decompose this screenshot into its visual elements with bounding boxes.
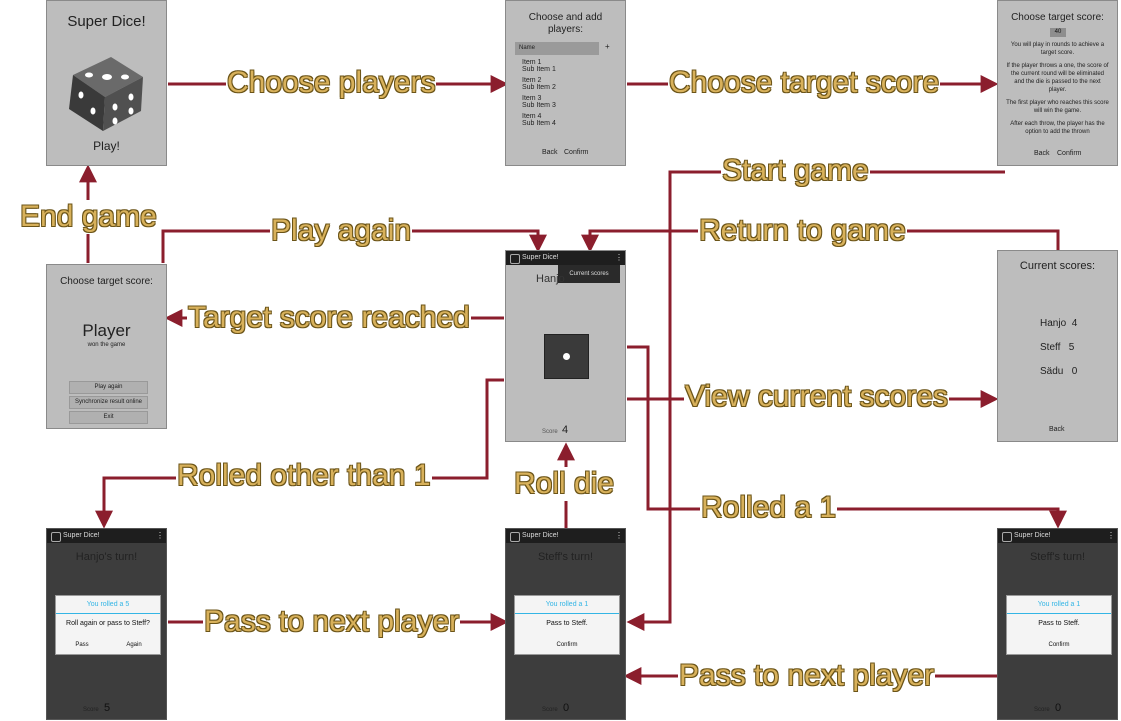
add-player-button[interactable]: + (605, 42, 610, 51)
app-title: Super Dice! (1014, 532, 1051, 539)
dialog-message: Pass to Steff. (1038, 620, 1080, 627)
play-again-button[interactable]: Play again (69, 381, 148, 394)
overflow-menu-icon[interactable]: ⋮ (1107, 531, 1115, 540)
score-value: 0 (563, 702, 570, 714)
action-bar: Super Dice! (506, 529, 625, 543)
screen-steff-turn-middle: Super Dice! ⋮ Steff's turn! You rolled a… (505, 528, 626, 720)
name-input[interactable]: Name (515, 42, 599, 55)
play-button[interactable]: Play! (47, 139, 166, 153)
score-label: Score (542, 429, 558, 435)
screen-hanjo-turn: Super Dice! ⋮ Hanjo's turn! You rolled a… (46, 528, 167, 720)
app-logo-icon (51, 532, 61, 542)
screen-winner: Choose target score: Player won the game… (46, 264, 167, 429)
label-roll-die: Roll die (513, 467, 616, 501)
list-item[interactable]: Item 4 Sub Item 4 (522, 113, 556, 127)
score-label: Score (83, 707, 99, 713)
scores-title: Current scores: (1019, 260, 1096, 272)
winner-subtitle: won the game (87, 342, 126, 348)
label-pass-to-next-player: Pass to next player (203, 605, 461, 639)
screen-start: Super Dice! Play! (46, 0, 167, 166)
app-logo-icon (510, 532, 520, 542)
back-button[interactable]: Back (542, 149, 558, 156)
label-play-again: Play again (270, 214, 413, 248)
pass-button[interactable]: Pass (66, 642, 98, 648)
target-title: Choose target score: (1011, 12, 1104, 23)
screen-choose-players: Choose and add players: Name + Item 1 Su… (505, 0, 626, 166)
dice-icon (69, 57, 143, 131)
label-view-current-scores: View current scores (684, 380, 949, 414)
overflow-menu-icon[interactable]: ⋮ (156, 531, 164, 540)
target-score-input[interactable]: 40 (1050, 28, 1066, 37)
player-heading: Hanjo (536, 273, 565, 285)
turn-heading: Hanjo's turn! (75, 551, 138, 563)
label-end-game: End game (19, 200, 158, 234)
label-target-score-reached: Target score reached (187, 301, 471, 335)
score-value: 4 (562, 424, 569, 436)
current-scores-menu-item[interactable]: Current scores (558, 265, 620, 283)
screen-choose-target: Choose target score: 40 You will play in… (997, 0, 1118, 166)
label-start-game: Start game (721, 154, 870, 188)
app-logo-icon (510, 254, 520, 264)
label-choose-target-score: Choose target score (668, 66, 941, 100)
app-logo-icon (1002, 532, 1012, 542)
back-button[interactable]: Back (1049, 426, 1065, 433)
action-bar: Super Dice! (506, 251, 625, 265)
overflow-menu-icon[interactable]: ⋮ (615, 253, 623, 262)
score-label: Score (542, 707, 558, 713)
app-title: Super Dice! (67, 13, 146, 30)
die-pip (563, 353, 570, 360)
exit-button[interactable]: Exit (69, 411, 148, 424)
roll-dialog: You rolled a 5 Roll again or pass to Ste… (55, 595, 161, 655)
label-rolled-a-1: Rolled a 1 (700, 491, 838, 525)
app-title: Super Dice! (522, 254, 559, 261)
label-pass-to-next-player: Pass to next player (678, 659, 936, 693)
score-row: Hanjo 4 (1040, 318, 1078, 329)
again-button[interactable]: Again (118, 642, 150, 648)
label-return-to-game: Return to game (698, 214, 907, 248)
score-row: Steff 5 (1040, 342, 1075, 353)
dialog-message: Pass to Steff. (546, 620, 588, 627)
action-bar: Super Dice! (998, 529, 1117, 543)
confirm-button[interactable]: Confirm (1057, 150, 1082, 157)
roll-dialog: You rolled a 1 Pass to Steff. Confirm (514, 595, 620, 655)
confirm-button[interactable]: Confirm (1007, 642, 1111, 648)
score-value: 5 (104, 702, 111, 714)
dialog-title: You rolled a 1 (545, 601, 589, 608)
turn-heading: Steff's turn! (1029, 551, 1086, 563)
confirm-button[interactable]: Confirm (515, 642, 619, 648)
winner-name: Player (82, 321, 131, 340)
winner-title: Choose target score: (60, 276, 153, 287)
die[interactable] (544, 334, 589, 379)
app-title: Super Dice! (63, 532, 100, 539)
back-button[interactable]: Back (1034, 150, 1050, 157)
score-value: 0 (1055, 702, 1062, 714)
list-item[interactable]: Item 2 Sub Item 2 (522, 77, 556, 91)
sync-online-button[interactable]: Synchronize result online (69, 396, 148, 409)
roll-dialog: You rolled a 1 Pass to Steff. Confirm (1006, 595, 1112, 655)
dialog-message: Roll again or pass to Steff? (66, 620, 150, 627)
player-list: Item 1 Sub Item 1 Item 2 Sub Item 2 Item… (522, 59, 556, 131)
score-row: Sädu 0 (1040, 366, 1078, 377)
label-rolled-other-than-1: Rolled other than 1 (176, 459, 432, 493)
overflow-menu-icon[interactable]: ⋮ (615, 531, 623, 540)
arrow-rolled-a-1 (627, 345, 1067, 529)
dialog-title: You rolled a 1 (1037, 601, 1081, 608)
screen-current-scores: Current scores: Hanjo 4 Steff 5 Sädu 0 B… (997, 250, 1118, 442)
score-label: Score (1034, 707, 1050, 713)
target-description: You will play in rounds to achieve a tar… (1006, 42, 1109, 135)
screen-game: Super Dice! ⋮ Current scores Hanjo Score… (505, 250, 626, 442)
turn-heading: Steff's turn! (537, 551, 594, 563)
confirm-button[interactable]: Confirm (564, 149, 589, 156)
screen-steff-turn-right: Super Dice! ⋮ Steff's turn! You rolled a… (997, 528, 1118, 720)
players-title: Choose and add players: (528, 12, 603, 35)
dialog-title: You rolled a 5 (86, 601, 130, 608)
action-bar: Super Dice! (47, 529, 166, 543)
app-title: Super Dice! (522, 532, 559, 539)
list-item[interactable]: Item 3 Sub Item 3 (522, 95, 556, 109)
label-choose-players: Choose players (226, 66, 437, 100)
list-item[interactable]: Item 1 Sub Item 1 (522, 59, 556, 73)
